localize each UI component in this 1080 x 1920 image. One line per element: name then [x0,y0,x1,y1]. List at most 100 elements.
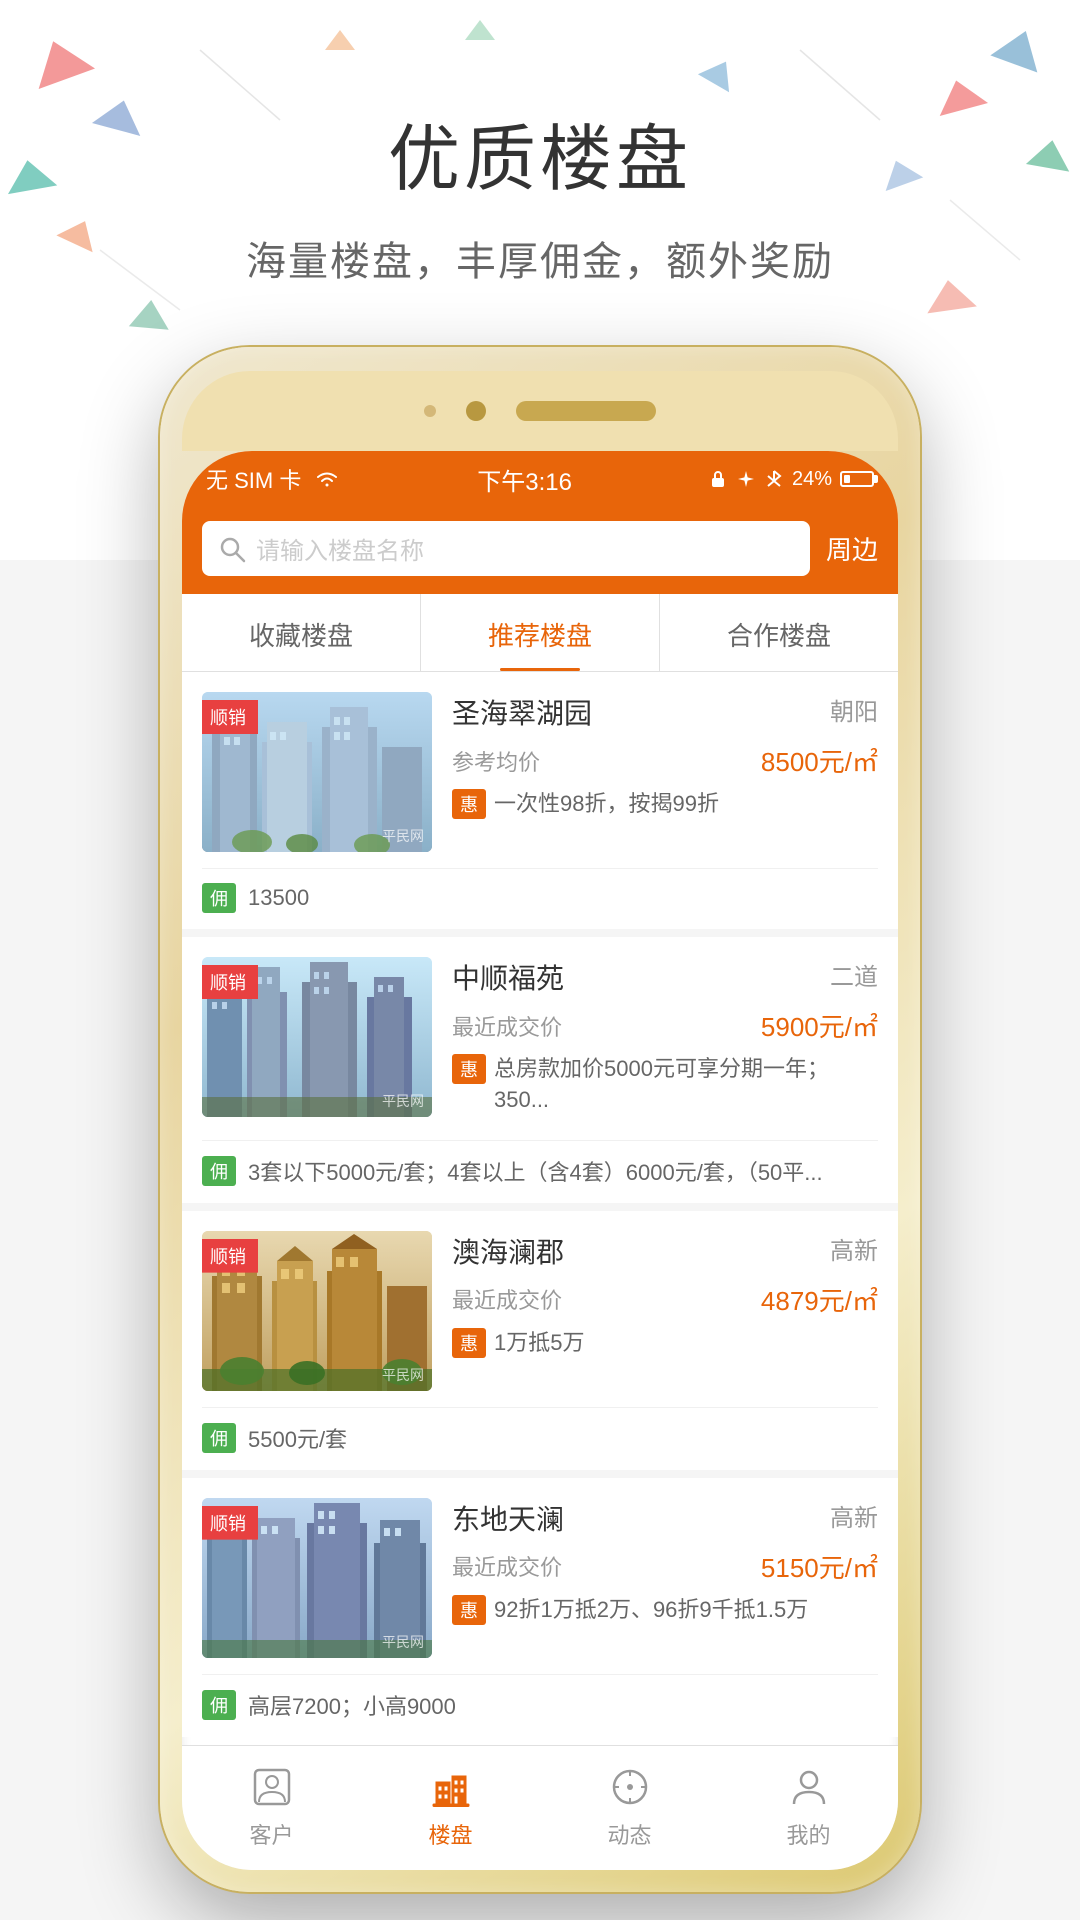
watermark-3: 平民网 [382,1365,424,1385]
property-name-1: 圣海翠湖园 [452,692,592,732]
property-price-row-4: 最近成交价 5150元/㎡ [452,1548,878,1585]
tab-bar: 收藏楼盘 推荐楼盘 合作楼盘 [182,594,898,672]
commission-bar-1: 佣 13500 [202,868,878,913]
price-value-3: 4879元/㎡ [761,1281,878,1318]
property-name-3: 澳海澜郡 [452,1231,564,1271]
nav-item-news[interactable]: 动态 [540,1746,719,1870]
nav-label-mine: 我的 [786,1818,830,1850]
property-icon [426,1762,476,1812]
tab-saved[interactable]: 收藏楼盘 [182,594,421,671]
nav-label-property: 楼盘 [428,1818,472,1850]
price-label-4: 最近成交价 [452,1550,562,1582]
property-promo-2: 惠 总房款加价5000元可享分期一年；350... [452,1054,878,1116]
price-value-2: 5900元/㎡ [761,1007,878,1044]
property-district-4: 高新 [830,1498,878,1533]
property-image-1: 顺销 平民网 [202,692,432,852]
hot-badge-1: 顺销 [202,700,258,734]
commission-text-3: 5500元/套 [248,1422,347,1454]
commission-badge-3: 佣 [202,1423,236,1453]
page-subtitle: 海量楼盘，丰厚佣金，额外奖励 [0,229,1080,287]
property-header-1: 圣海翠湖园 朝阳 [452,692,878,732]
mine-icon [784,1762,834,1812]
property-promo-4: 惠 92折1万抵2万、96折9千抵1.5万 [452,1595,878,1626]
property-item-1[interactable]: 顺销 平民网 圣海翠湖园 朝阳 参考均价 8500元/㎡ [182,672,898,929]
battery-fill [844,475,850,483]
promo-badge-3: 惠 [452,1328,486,1358]
commission-bar-4: 佣 高层7200；小高9000 [202,1674,878,1721]
property-list: 顺销 平民网 圣海翠湖园 朝阳 参考均价 8500元/㎡ [182,672,898,1737]
status-time: 下午3:16 [477,462,572,497]
property-header-4: 东地天澜 高新 [452,1498,878,1538]
search-input-wrap[interactable]: 请输入楼盘名称 [202,521,810,576]
nav-item-property[interactable]: 楼盘 [361,1746,540,1870]
property-price-row-2: 最近成交价 5900元/㎡ [452,1007,878,1044]
property-district-2: 二道 [830,957,878,992]
commission-text-2: 3套以下5000元/套；4套以上（含4套）6000元/套，（50平... [248,1155,823,1187]
lock-icon [708,469,728,489]
price-value-1: 8500元/㎡ [761,742,878,779]
bluetooth-icon [764,469,784,489]
property-details-4: 东地天澜 高新 最近成交价 5150元/㎡ 惠 92折1万抵2万、96折9千抵1… [452,1498,878,1658]
phone-speaker [516,401,656,421]
property-image-2: 顺销 平民网 [202,957,432,1117]
commission-bar-3: 佣 5500元/套 [202,1407,878,1454]
battery-percent: 24% [792,468,832,491]
promo-text-4: 92折1万抵2万、96折9千抵1.5万 [494,1595,808,1626]
promo-badge-1: 惠 [452,789,486,819]
property-price-row-3: 最近成交价 4879元/㎡ [452,1281,878,1318]
commission-badge-1: 佣 [202,883,236,913]
property-image-4: 顺销 平民网 [202,1498,432,1658]
property-item-3[interactable]: 顺销 平民网 澳海澜郡 高新 最近成交价 4879元/㎡ [182,1211,898,1470]
price-value-4: 5150元/㎡ [761,1548,878,1585]
price-label-3: 最近成交价 [452,1283,562,1315]
promo-text-3: 1万抵5万 [494,1328,584,1359]
promo-text-1: 一次性98折，按揭99折 [494,789,719,820]
promo-text-2: 总房款加价5000元可享分期一年；350... [494,1054,878,1116]
nearby-button[interactable]: 周边 [826,530,878,567]
promo-badge-4: 惠 [452,1595,486,1625]
phone-top-bar [182,371,898,451]
location-icon [736,469,756,489]
battery-icon [840,471,874,487]
property-item-4[interactable]: 顺销 平民网 东地天澜 高新 最近成交价 5150元/㎡ [182,1478,898,1737]
client-icon [247,1762,297,1812]
property-promo-3: 惠 1万抵5万 [452,1328,878,1359]
property-price-row-1: 参考均价 8500元/㎡ [452,742,878,779]
property-details-3: 澳海澜郡 高新 最近成交价 4879元/㎡ 惠 1万抵5万 [452,1231,878,1391]
nav-item-client[interactable]: 客户 [182,1746,361,1870]
wifi-icon [313,469,341,489]
bottom-nav: 客户 [182,1745,898,1870]
news-icon [605,1762,655,1812]
property-district-3: 高新 [830,1231,878,1266]
commission-text-1: 13500 [248,885,309,911]
property-details-2: 中顺福苑 二道 最近成交价 5900元/㎡ 惠 总房款加价5000元可享分期一年… [452,957,878,1124]
property-name-4: 东地天澜 [452,1498,564,1538]
watermark-1: 平民网 [382,826,424,846]
tab-recommended[interactable]: 推荐楼盘 [421,594,660,671]
nav-label-news: 动态 [607,1818,651,1850]
property-header-3: 澳海澜郡 高新 [452,1231,878,1271]
tab-partner[interactable]: 合作楼盘 [660,594,898,671]
property-promo-1: 惠 一次性98折，按揭99折 [452,789,878,820]
nav-item-mine[interactable]: 我的 [719,1746,898,1870]
phone-frame: 无 SIM 卡 下午3:16 [160,347,920,1892]
hot-badge-4: 顺销 [202,1506,258,1540]
status-left: 无 SIM 卡 [206,463,341,495]
hot-badge-2: 顺销 [202,965,258,999]
property-main-2: 顺销 平民网 中顺福苑 二道 最近成交价 5900元/㎡ [202,957,878,1124]
nav-label-client: 客户 [249,1818,293,1850]
carrier-text: 无 SIM 卡 [206,463,301,495]
price-label-2: 最近成交价 [452,1010,562,1042]
watermark-2: 平民网 [382,1091,424,1111]
property-item-2[interactable]: 顺销 平民网 中顺福苑 二道 最近成交价 5900元/㎡ [182,937,898,1203]
header-section: 优质楼盘 海量楼盘，丰厚佣金，额外奖励 [0,0,1080,287]
watermark-4: 平民网 [382,1632,424,1652]
phone-screen: 无 SIM 卡 下午3:16 [182,451,898,1870]
property-image-3: 顺销 平民网 [202,1231,432,1391]
commission-badge-2: 佣 [202,1156,236,1186]
hot-badge-3: 顺销 [202,1239,258,1273]
property-main-4: 顺销 平民网 东地天澜 高新 最近成交价 5150元/㎡ [202,1498,878,1658]
search-bar: 请输入楼盘名称 周边 [182,507,898,594]
commission-badge-4: 佣 [202,1690,236,1720]
status-right: 24% [708,468,874,491]
